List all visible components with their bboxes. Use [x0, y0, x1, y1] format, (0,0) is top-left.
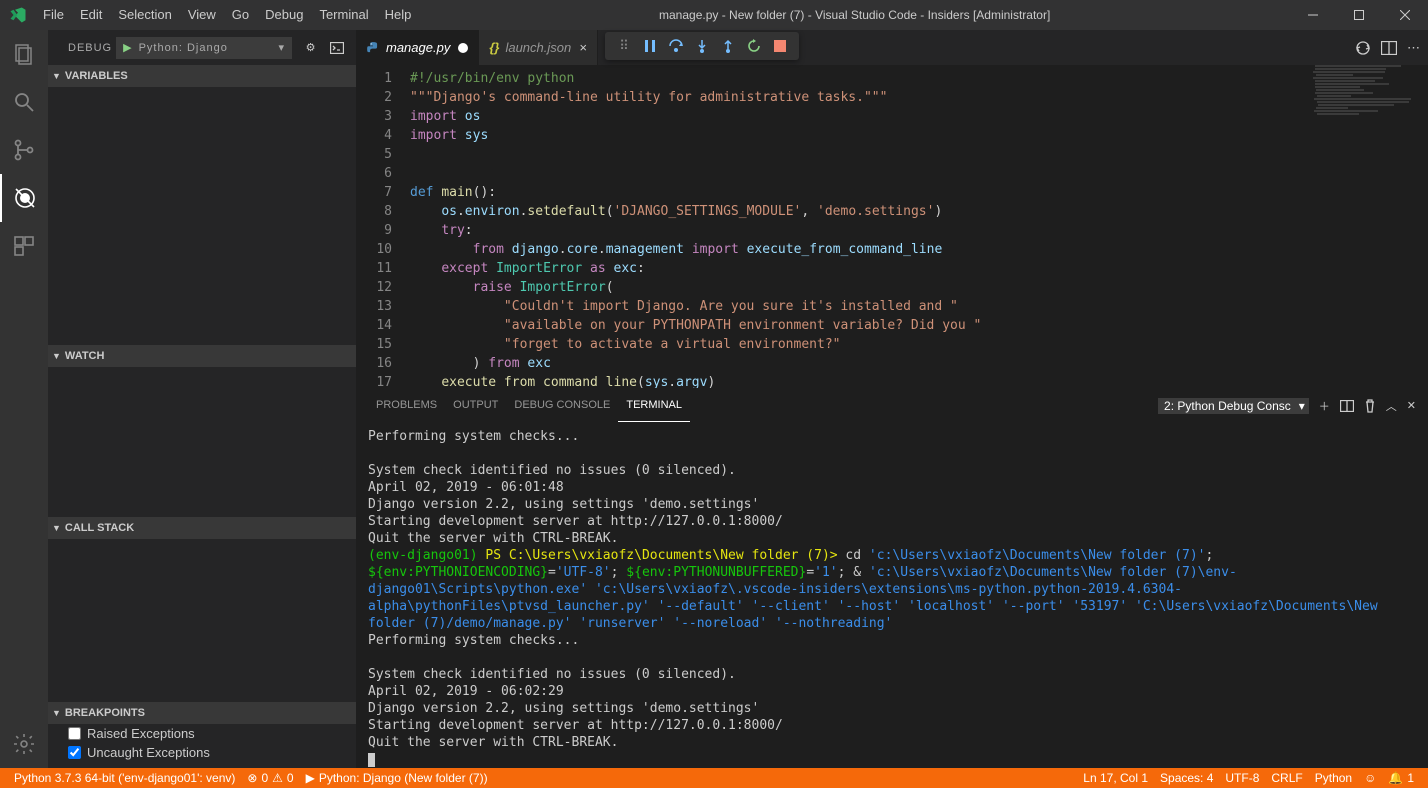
close-window-button[interactable]	[1382, 0, 1428, 30]
menu-view[interactable]: View	[180, 0, 224, 30]
menu-selection[interactable]: Selection	[110, 0, 179, 30]
window-title: manage.py - New folder (7) - Visual Stud…	[419, 8, 1290, 22]
debug-settings-gear-icon[interactable]: ⚙	[300, 41, 322, 54]
menu-debug[interactable]: Debug	[257, 0, 311, 30]
error-icon: ⊗	[247, 771, 257, 785]
sidebar-title: DEBUG	[68, 42, 112, 54]
debug-toolbar: ⠿	[605, 32, 799, 60]
tab-manage-py[interactable]: manage.py	[356, 30, 479, 65]
play-icon: ▶	[306, 771, 315, 785]
python-file-icon	[366, 41, 380, 55]
line-number-gutter: 1234567891011121314151617	[356, 65, 410, 388]
panel-tab-debug-console[interactable]: DEBUG CONSOLE	[506, 389, 618, 422]
settings-gear-icon[interactable]	[0, 720, 48, 768]
breakpoint-raised-exceptions[interactable]: Raised Exceptions	[48, 724, 356, 743]
status-notifications[interactable]: 🔔1	[1382, 768, 1420, 788]
breakpoints-section-header[interactable]: ▼BREAKPOINTS	[48, 702, 356, 724]
maximize-panel-icon[interactable]: ︿	[1386, 398, 1397, 414]
vscode-logo-icon	[0, 6, 35, 24]
activity-bar	[0, 30, 48, 768]
panel-tab-output[interactable]: OUTPUT	[445, 389, 506, 422]
terminal-output[interactable]: Performing system checks... System check…	[356, 422, 1428, 768]
debug-config-selector[interactable]: ▶ Python: Django ▾	[116, 37, 292, 59]
debug-stop-button[interactable]	[767, 33, 793, 59]
split-terminal-icon[interactable]	[1340, 400, 1354, 412]
menu-terminal[interactable]: Terminal	[311, 0, 376, 30]
debug-pause-button[interactable]	[637, 33, 663, 59]
minimap[interactable]	[1308, 65, 1428, 388]
variables-section-header[interactable]: ▼VARIABLES	[48, 65, 356, 87]
terminal-selector[interactable]: 2: Python Debug Consc	[1158, 398, 1309, 414]
split-editor-icon[interactable]	[1381, 41, 1397, 55]
status-eol[interactable]: CRLF	[1265, 768, 1308, 788]
status-feedback-icon[interactable]: ☺	[1358, 768, 1382, 788]
panel-tab-problems[interactable]: PROBLEMS	[368, 389, 445, 422]
panel-tab-bar: PROBLEMSOUTPUTDEBUG CONSOLETERMINAL 2: P…	[356, 389, 1428, 422]
explorer-icon[interactable]	[0, 30, 48, 78]
debug-start-icon[interactable]: ▶	[123, 41, 132, 54]
menu-help[interactable]: Help	[377, 0, 420, 30]
debug-sidebar: DEBUG ▶ Python: Django ▾ ⚙ ▼VARIABLES ▼W…	[48, 30, 356, 768]
breakpoint-uncaught-exceptions[interactable]: Uncaught Exceptions	[48, 743, 356, 762]
editor-tabs: manage.py{}launch.json× ⋯	[356, 30, 1428, 65]
debug-drag-handle-icon[interactable]: ⠿	[611, 33, 637, 59]
menu-file[interactable]: File	[35, 0, 72, 30]
debug-config-name: Python: Django	[139, 42, 228, 54]
callstack-section-header[interactable]: ▼CALL STACK	[48, 517, 356, 539]
modified-indicator-icon	[458, 43, 468, 53]
maximize-button[interactable]	[1336, 0, 1382, 30]
kill-terminal-icon[interactable]	[1364, 399, 1376, 413]
status-language[interactable]: Python	[1309, 768, 1358, 788]
search-icon[interactable]	[0, 78, 48, 126]
code-editor[interactable]: #!/usr/bin/env python"""Django's command…	[410, 65, 1308, 388]
status-python-interpreter[interactable]: Python 3.7.3 64-bit ('env-django01': ven…	[8, 768, 241, 788]
status-encoding[interactable]: UTF-8	[1219, 768, 1265, 788]
status-indentation[interactable]: Spaces: 4	[1154, 768, 1219, 788]
status-cursor-position[interactable]: Ln 17, Col 1	[1077, 768, 1154, 788]
tab-launch-json[interactable]: {}launch.json×	[479, 30, 598, 65]
panel-tab-terminal[interactable]: TERMINAL	[618, 389, 690, 422]
status-bar: Python 3.7.3 64-bit ('env-django01': ven…	[0, 768, 1428, 788]
debug-step-into-button[interactable]	[689, 33, 715, 59]
close-tab-icon[interactable]: ×	[579, 40, 587, 55]
debug-step-out-button[interactable]	[715, 33, 741, 59]
bell-icon: 🔔	[1388, 771, 1403, 785]
menu-edit[interactable]: Edit	[72, 0, 110, 30]
close-panel-icon[interactable]: ✕	[1407, 399, 1416, 412]
uncaught-exceptions-checkbox[interactable]	[68, 746, 81, 759]
compare-changes-icon[interactable]	[1355, 40, 1371, 56]
titlebar: FileEditSelectionViewGoDebugTerminalHelp…	[0, 0, 1428, 30]
minimize-button[interactable]	[1290, 0, 1336, 30]
warning-icon: ⚠	[272, 771, 283, 785]
raised-exceptions-checkbox[interactable]	[68, 727, 81, 740]
chevron-down-icon: ▾	[278, 41, 285, 54]
debug-console-icon[interactable]	[326, 42, 348, 54]
debug-icon[interactable]	[0, 174, 48, 222]
status-debug-target[interactable]: ▶Python: Django (New folder (7))	[300, 768, 494, 788]
more-actions-icon[interactable]: ⋯	[1407, 40, 1420, 56]
debug-restart-button[interactable]	[741, 33, 767, 59]
watch-section-header[interactable]: ▼WATCH	[48, 345, 356, 367]
json-file-icon: {}	[489, 40, 499, 55]
source-control-icon[interactable]	[0, 126, 48, 174]
extensions-icon[interactable]	[0, 222, 48, 270]
menu-go[interactable]: Go	[224, 0, 257, 30]
new-terminal-icon[interactable]: ＋	[1319, 398, 1330, 414]
debug-step-over-button[interactable]	[663, 33, 689, 59]
status-problems[interactable]: ⊗0⚠0	[241, 768, 299, 788]
